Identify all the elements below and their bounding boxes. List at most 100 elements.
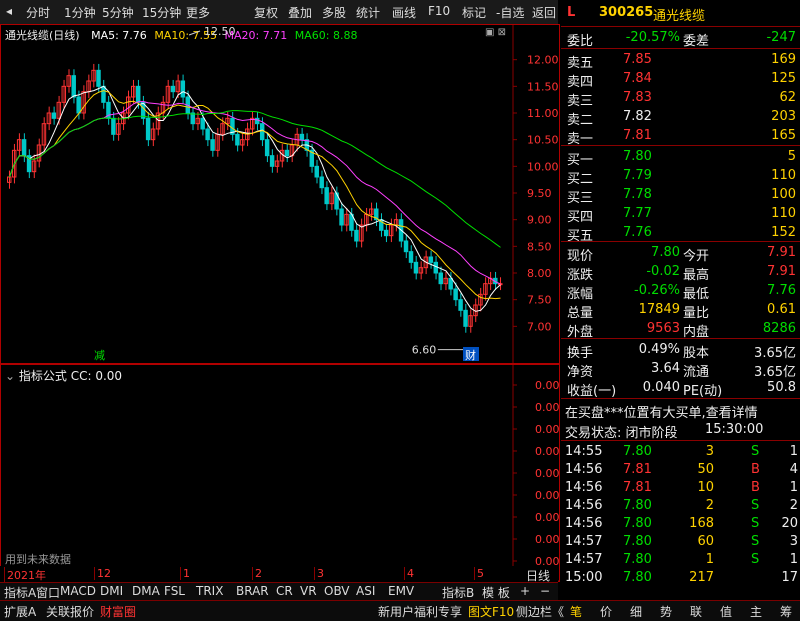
toolbar-right-3[interactable]: 统计	[356, 4, 380, 21]
bid-volume: 110	[771, 168, 796, 183]
stat-row: 外盘 9563 内盘 8286	[561, 320, 800, 340]
toolbar-3[interactable]: 15分钟	[142, 4, 181, 21]
candle-body	[235, 133, 240, 146]
high-label: 12.50	[204, 25, 236, 38]
tick-side: S	[751, 534, 760, 549]
candle-body	[21, 139, 27, 157]
bottom-left-2[interactable]: 财富圈	[100, 603, 136, 620]
indicator-tabs-bar: 指标A 窗口 MACD DMI DMA FSL TRIX BRAR CR VR OBV ASI EMV 指…	[0, 569, 558, 601]
toolbar-right-6[interactable]: 标记	[462, 4, 486, 21]
candle-body	[170, 85, 176, 93]
bottom-tab-2[interactable]: 细	[630, 603, 642, 620]
bottom-mid-0[interactable]: 新用户福利专享	[378, 603, 462, 620]
indicator-tab-dma[interactable]: DMA	[132, 584, 160, 598]
indicator-tab-dmi[interactable]: DMI	[100, 584, 123, 598]
toolbar-right-7[interactable]: -自选	[496, 4, 524, 21]
bid-label: 买二	[567, 172, 594, 187]
ask-price: 7.83	[623, 90, 652, 105]
toolbar-back-arrow-icon[interactable]: ◂	[6, 4, 12, 18]
toolbar-right-0[interactable]: 复权	[254, 4, 278, 21]
indicator-tab-cr[interactable]: CR	[276, 584, 293, 598]
period-daily[interactable]: 日线	[526, 567, 550, 584]
toolbar-right-1[interactable]: 叠加	[288, 4, 312, 21]
stat-label: 涨跌	[567, 268, 594, 283]
bid-row: 买四 7.77 110	[561, 205, 800, 225]
toolbar-4[interactable]: 更多	[186, 4, 210, 21]
candle-body	[269, 155, 275, 167]
ask-row: 卖三 7.83 62	[561, 89, 800, 109]
mark-jian[interactable]: 减	[94, 349, 105, 362]
x-axis-label: 12	[94, 567, 111, 580]
kline-panel[interactable]: 通光线缆(日线) MA5: 7.76 MA10: 7.55 MA20: 7.71…	[0, 24, 560, 364]
indicator-right-1[interactable]: 模 板	[482, 584, 510, 601]
indicator-panel[interactable]: ⌄ 指标公式 CC: 0.00 0.00 0.00 0.00 0.00 0.00 0.00…	[0, 364, 560, 582]
bid-row: 买五 7.76 152	[561, 224, 800, 244]
lower-tick-label: 0.00	[535, 379, 559, 392]
x-axis: 2021年 12 1 2 3 4 5	[0, 566, 558, 583]
bottom-tab-1[interactable]: 价	[600, 603, 612, 620]
tick-time: 14:55	[565, 444, 603, 459]
stat2-label: 流通	[683, 365, 710, 380]
ask-price: 7.82	[623, 109, 652, 124]
indicator-tab-trix[interactable]: TRIX	[196, 584, 223, 598]
ask-label: 卖三	[567, 94, 594, 109]
toolbar-1[interactable]: 1分钟	[64, 4, 96, 21]
indicator-tab-窗口[interactable]: 窗口	[36, 584, 60, 601]
bottom-mid-2[interactable]: 侧边栏《	[516, 603, 564, 620]
indicator-right-3[interactable]: −	[540, 584, 550, 598]
ask-label: 卖五	[567, 56, 594, 71]
indicator-right-0[interactable]: 指标B	[442, 584, 474, 601]
ask-volume: 62	[779, 90, 796, 105]
indicator-tab-macd[interactable]: MACD	[60, 584, 96, 598]
bottom-left-1[interactable]: 关联报价	[46, 603, 94, 620]
indicator-tab-brar[interactable]: BRAR	[236, 584, 269, 598]
tick-row: 14:56 7.80 2 S 2	[561, 497, 800, 515]
indicator-tab-asi[interactable]: ASI	[356, 584, 375, 598]
toolbar-2[interactable]: 5分钟	[102, 4, 134, 21]
stat-label: 最低	[683, 287, 710, 302]
weibi-row: 委比 -20.57% 委差 -247	[561, 29, 800, 49]
tick-price: 7.81	[623, 462, 652, 477]
ask-label: 卖二	[567, 113, 594, 128]
bottom-tab-4[interactable]: 联	[690, 603, 702, 620]
indicator-tab-emv[interactable]: EMV	[388, 584, 414, 598]
toolbar-right-2[interactable]: 多股	[322, 4, 346, 21]
stat-label: 现价	[567, 249, 594, 264]
tick-volume: 2	[705, 498, 714, 513]
x-axis-label: 1	[180, 567, 190, 580]
tick-row: 14:56 7.80 168 S 20	[561, 515, 800, 533]
candle-body	[448, 277, 453, 290]
bottom-bar: 扩展A 关联报价 财富圈 新用户福利专享 图文F10 侧边栏《笔 价 细 势 联 值 主 筹	[0, 600, 800, 621]
mark-cai[interactable]: 财	[465, 348, 476, 362]
bottom-tab-5[interactable]: 值	[720, 603, 732, 620]
bottom-mid-1[interactable]: 图文F10	[468, 603, 514, 620]
kline-chart[interactable]: 12.00 11.50 11.00 10.50 10.00 9.50 9.00 8.50 8.0…	[1, 25, 559, 363]
bid-volume: 5	[787, 149, 796, 164]
indicator-right-2[interactable]: +	[520, 584, 530, 598]
bottom-tab-0[interactable]: 笔	[570, 603, 582, 620]
tick-volume: 3	[705, 444, 714, 459]
toolbar-right-4[interactable]: 画线	[392, 4, 416, 21]
stat2-label: 收益(一)	[567, 384, 617, 399]
bottom-tab-3[interactable]: 势	[660, 603, 672, 620]
bottom-tab-7[interactable]: 筹	[780, 603, 792, 620]
stat-value: 17849	[638, 302, 680, 317]
bottom-left-0[interactable]: 扩展A	[4, 603, 36, 620]
low-label: 6.60	[412, 344, 437, 357]
stat2-value: 0.040	[642, 380, 680, 395]
tick-time: 14:56	[565, 462, 603, 477]
toolbar-0[interactable]: 分时	[26, 4, 50, 21]
indicator-tab-vr[interactable]: VR	[300, 584, 317, 598]
stat-row: 现价 7.80 今开 7.91	[561, 244, 800, 264]
ask-row: 卖二 7.82 203	[561, 108, 800, 128]
bottom-tab-6[interactable]: 主	[750, 603, 762, 620]
indicator-tab-fsl[interactable]: FSL	[164, 584, 185, 598]
future-data-note: 用到未来数据	[5, 553, 71, 566]
toolbar-right-8[interactable]: 返回	[532, 4, 556, 21]
big-order-notice[interactable]: 在买盘***位置有大买单,查看详情	[561, 401, 800, 421]
tick-time: 14:56	[565, 480, 603, 495]
indicator-tab-obv[interactable]: OBV	[324, 584, 350, 598]
toolbar-right-5[interactable]: F10	[428, 4, 450, 18]
indicator-tab-指标a[interactable]: 指标A	[4, 584, 36, 601]
stat2-row: 净资 3.64 流通 3.65亿	[561, 360, 800, 380]
